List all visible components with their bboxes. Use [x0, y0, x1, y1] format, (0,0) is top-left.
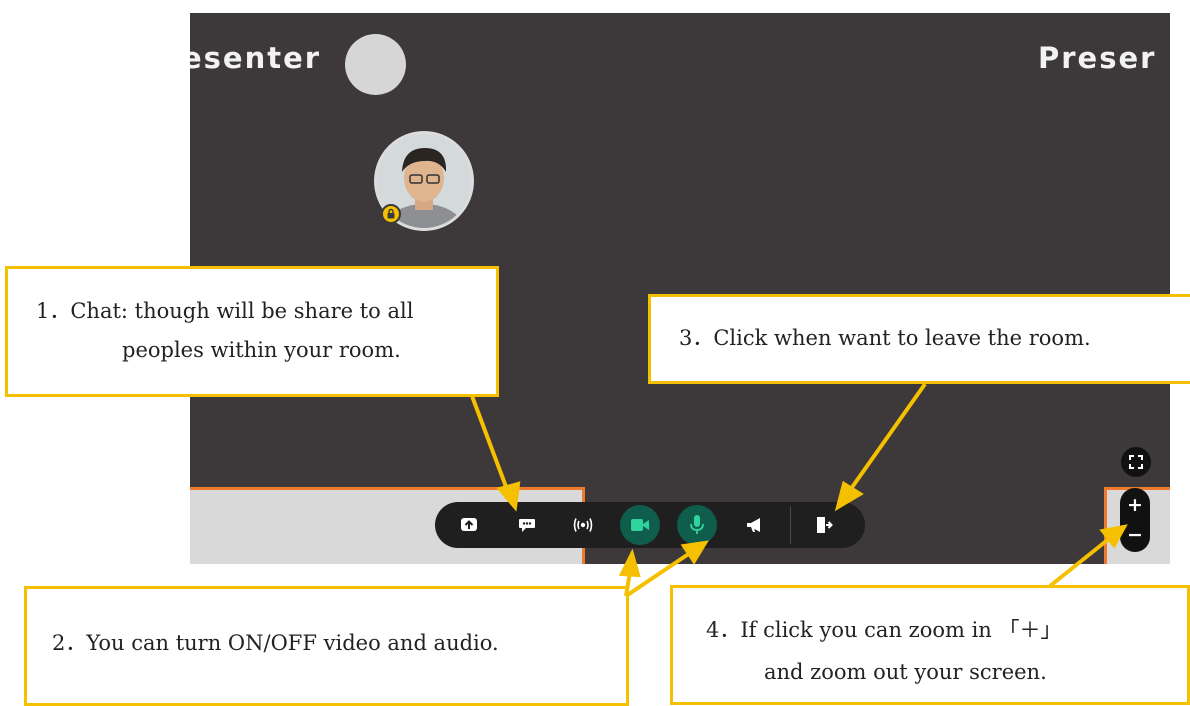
broadcast-icon	[573, 518, 593, 532]
chat-button[interactable]	[511, 509, 543, 541]
megaphone-button[interactable]	[739, 509, 771, 541]
video-audio-callout-line1: 2．You can turn ON/OFF video and audio.	[52, 631, 499, 655]
lock-badge-icon	[381, 204, 401, 224]
microphone-icon	[690, 515, 704, 534]
zoom-callout-line1: 4．If click you can zoom in 「＋」	[706, 618, 1062, 642]
presenter-avatar-placeholder	[345, 34, 406, 95]
broadcast-button[interactable]	[567, 509, 599, 541]
chat-callout-line1: 1．Chat: though will be share to all	[36, 299, 414, 323]
video-audio-callout: 2．You can turn ON/OFF video and audio.	[24, 586, 629, 706]
leave-room-button[interactable]	[808, 509, 840, 541]
leave-callout-line1: 3．Click when want to leave the room.	[679, 326, 1091, 350]
share-screen-button[interactable]	[453, 509, 485, 541]
leave-door-icon	[817, 517, 833, 533]
fullscreen-icon	[1129, 455, 1143, 469]
zoom-out-button[interactable]: −	[1120, 520, 1150, 550]
zoom-controls: + −	[1120, 488, 1150, 552]
zoom-callout-line2: and zoom out your screen.	[764, 660, 1047, 684]
presenter-label-right: Preser	[1038, 41, 1157, 75]
chat-callout: 1．Chat: though will be share to all peop…	[5, 266, 499, 397]
zoom-callout: 4．If click you can zoom in 「＋」 and zoom …	[670, 585, 1190, 705]
fullscreen-button[interactable]	[1121, 447, 1151, 477]
chat-icon	[519, 519, 535, 532]
presenter-label-left: esenter	[190, 41, 322, 75]
zoom-in-button[interactable]: +	[1120, 490, 1150, 520]
chat-callout-line2: peoples within your room.	[122, 338, 401, 362]
video-camera-icon	[631, 519, 649, 531]
megaphone-icon	[747, 518, 760, 532]
bottom-toolbar	[435, 502, 865, 548]
leave-callout: 3．Click when want to leave the room.	[648, 294, 1190, 384]
microphone-toggle-button[interactable]	[677, 505, 717, 545]
toolbar-divider	[790, 506, 791, 544]
video-toggle-button[interactable]	[620, 505, 660, 545]
share-screen-icon	[461, 518, 477, 531]
